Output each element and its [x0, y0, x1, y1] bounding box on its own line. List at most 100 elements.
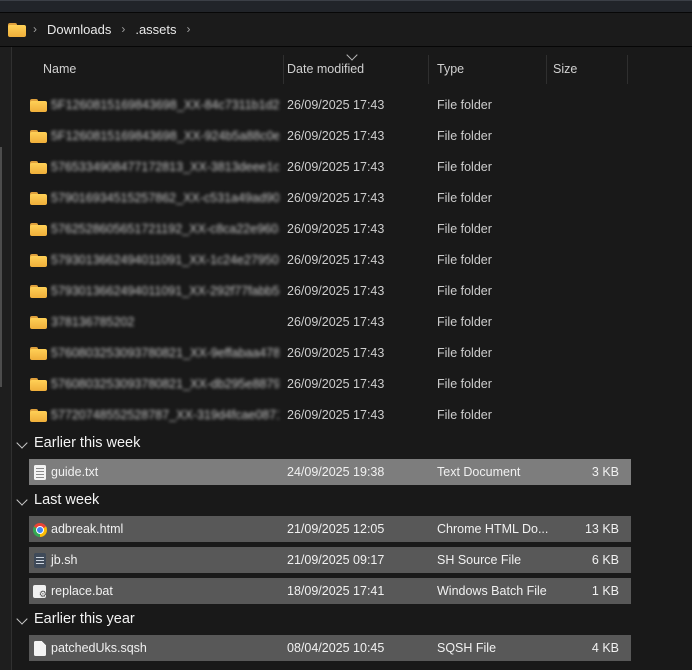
file-row-replace-bat[interactable]: replace.bat 18/09/2025 17:41 Windows Bat… — [12, 576, 692, 607]
column-divider[interactable] — [428, 55, 429, 84]
date-modified: 26/09/2025 17:43 — [287, 191, 384, 205]
chevron-down-icon[interactable] — [16, 437, 27, 448]
batch-file-icon — [33, 585, 46, 598]
sqsh-file-icon — [34, 641, 46, 656]
group-label: Earlier this year — [34, 611, 135, 627]
folder-name: 579016934515257862_XX-c531a49ad903e1... — [51, 191, 279, 205]
folder-name: 378136785202 — [51, 315, 134, 329]
file-list-pane: Name Date modified Type Size 5F126081516… — [0, 47, 692, 670]
file-size: 6 KB — [553, 553, 619, 567]
folder-row[interactable]: 5765334908477172813_XX-3813deee1cfbd7...… — [12, 152, 692, 183]
date-modified: 26/09/2025 17:43 — [287, 253, 384, 267]
folder-icon — [30, 223, 47, 236]
folder-icon — [30, 285, 47, 298]
column-divider[interactable] — [627, 55, 628, 84]
folder-row[interactable]: 5793013662494011091_XX-292f77fabb5e54...… — [12, 276, 692, 307]
date-modified: 08/04/2025 10:45 — [287, 641, 384, 655]
folder-icon — [30, 378, 47, 391]
column-header-size[interactable]: Size — [553, 62, 577, 76]
date-modified: 26/09/2025 17:43 — [287, 129, 384, 143]
file-size: 3 KB — [553, 465, 619, 479]
breadcrumb-chevron-icon: › — [121, 23, 125, 35]
folder-icon — [30, 347, 47, 360]
folder-icon — [30, 192, 47, 205]
folder-row[interactable]: 5760803253093780821_XX-db295e8879c9fc...… — [12, 369, 692, 400]
file-type: File folder — [437, 408, 492, 422]
file-type: File folder — [437, 253, 492, 267]
current-folder-icon — [8, 23, 26, 37]
date-modified: 26/09/2025 17:43 — [287, 315, 384, 329]
date-modified: 21/09/2025 09:17 — [287, 553, 384, 567]
file-name: replace.bat — [51, 584, 113, 598]
column-header-name[interactable]: Name — [43, 62, 76, 76]
file-size: 1 KB — [553, 584, 619, 598]
file-row-guide-txt[interactable]: guide.txt 24/09/2025 19:38 Text Document… — [12, 457, 692, 488]
file-type: File folder — [437, 98, 492, 112]
column-header-date-modified[interactable]: Date modified — [287, 62, 364, 76]
file-name: adbreak.html — [51, 522, 123, 536]
title-bar — [0, 0, 692, 13]
folder-row[interactable]: 5F1260815169843698_XX-924b5a88c0e6d... 2… — [12, 121, 692, 152]
column-divider[interactable] — [283, 55, 284, 84]
file-type: Chrome HTML Do... — [437, 522, 548, 536]
folder-row[interactable]: 5793013662494011091_XX-1c24e279504304...… — [12, 245, 692, 276]
file-row-patcheduks-sqsh[interactable]: patchedUks.sqsh 08/04/2025 10:45 SQSH Fi… — [12, 633, 692, 664]
date-modified: 26/09/2025 17:43 — [287, 98, 384, 112]
folder-name: 5762528605651721192_XX-c8ca22e960a9fb... — [51, 222, 279, 236]
file-type: File folder — [437, 191, 492, 205]
file-size: 13 KB — [553, 522, 619, 536]
file-name: guide.txt — [51, 465, 98, 479]
file-row-jb-sh[interactable]: jb.sh 21/09/2025 09:17 SH Source File 6 … — [12, 545, 692, 576]
file-type: File folder — [437, 284, 492, 298]
chevron-down-icon[interactable] — [16, 613, 27, 624]
text-document-icon — [34, 465, 46, 480]
column-divider[interactable] — [546, 55, 547, 84]
folder-name: 57720748552528787_XX-319d4fcae08713... — [51, 408, 279, 422]
folder-name: 5F1260815169843698_XX-924b5a88c0e6d... — [51, 129, 279, 143]
folder-name: 5760803253093780821_XX-9effabaa4782ea... — [51, 346, 279, 360]
group-header-earlier-this-year[interactable]: Earlier this year — [12, 607, 692, 633]
folder-name: 5F1260815169843698_XX-84c7311b1d2ba... — [51, 98, 279, 112]
folder-row[interactable]: 5F1260815169843698_XX-84c7311b1d2ba... 2… — [12, 90, 692, 121]
column-header-row: Name Date modified Type Size — [12, 47, 692, 90]
sort-descending-icon — [346, 49, 357, 60]
address-bar[interactable]: › Downloads › .assets › — [0, 13, 692, 47]
breadcrumb-assets[interactable]: .assets — [132, 20, 179, 39]
date-modified: 26/09/2025 17:43 — [287, 222, 384, 236]
file-type: SQSH File — [437, 641, 496, 655]
folder-row[interactable]: 57720748552528787_XX-319d4fcae08713... 2… — [12, 400, 692, 431]
folder-icon — [30, 161, 47, 174]
column-header-type[interactable]: Type — [437, 62, 464, 76]
folder-row[interactable]: 5762528605651721192_XX-c8ca22e960a9fb...… — [12, 214, 692, 245]
file-type: File folder — [437, 346, 492, 360]
shell-script-icon — [34, 553, 46, 568]
folder-row[interactable]: 378136785202 26/09/2025 17:43 File folde… — [12, 307, 692, 338]
group-header-last-week[interactable]: Last week — [12, 488, 692, 514]
date-modified: 26/09/2025 17:43 — [287, 346, 384, 360]
date-modified: 26/09/2025 17:43 — [287, 160, 384, 174]
file-name: jb.sh — [51, 553, 77, 567]
nav-scrollbar-thumb[interactable] — [0, 147, 2, 387]
date-modified: 24/09/2025 19:38 — [287, 465, 384, 479]
file-type: File folder — [437, 315, 492, 329]
date-modified: 26/09/2025 17:43 — [287, 284, 384, 298]
breadcrumb-downloads[interactable]: Downloads — [44, 20, 114, 39]
date-modified: 21/09/2025 12:05 — [287, 522, 384, 536]
file-type: Text Document — [437, 465, 520, 479]
group-header-earlier-this-week[interactable]: Earlier this week — [12, 431, 692, 457]
folder-name: 5765334908477172813_XX-3813deee1cfbd7... — [51, 160, 279, 174]
folder-icon — [30, 409, 47, 422]
file-type: File folder — [437, 129, 492, 143]
folder-icon — [30, 99, 47, 112]
chevron-down-icon[interactable] — [16, 494, 27, 505]
file-row-adbreak-html[interactable]: adbreak.html 21/09/2025 12:05 Chrome HTM… — [12, 514, 692, 545]
chrome-icon — [33, 523, 47, 537]
breadcrumb-chevron-icon: › — [33, 23, 37, 35]
date-modified: 26/09/2025 17:43 — [287, 408, 384, 422]
folder-row[interactable]: 579016934515257862_XX-c531a49ad903e1... … — [12, 183, 692, 214]
folder-name: 5793013662494011091_XX-1c24e279504304... — [51, 253, 279, 267]
group-label: Earlier this week — [34, 435, 140, 451]
file-type: File folder — [437, 160, 492, 174]
folder-row[interactable]: 5760803253093780821_XX-9effabaa4782ea...… — [12, 338, 692, 369]
file-size: 4 KB — [553, 641, 619, 655]
